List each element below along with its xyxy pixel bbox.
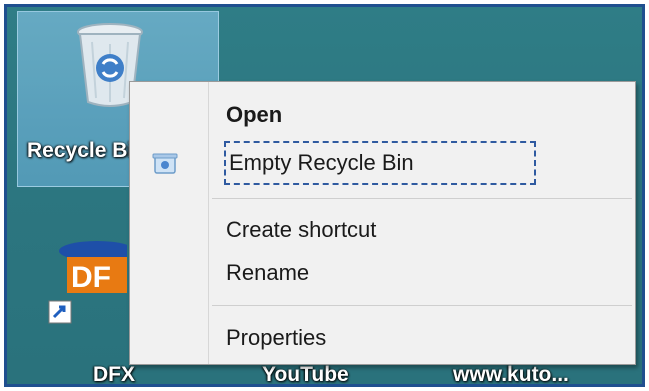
svg-text:DF: DF [71,261,111,294]
recycle-bin-small-icon [152,153,178,174]
menu-gutter-divider [208,82,209,364]
menu-separator [212,305,632,306]
context-menu: Open Empty Recycle Bin Create shortcut R… [129,81,636,365]
menu-item-open[interactable]: Open [226,95,282,135]
desktop-icon-label[interactable]: YouTube [262,363,349,384]
desktop-icon-dfx[interactable]: DF [47,229,135,329]
dfx-icon: DF [48,241,135,324]
menu-item-empty-recycle-bin[interactable]: Empty Recycle Bin [224,141,536,185]
menu-separator [212,198,632,199]
desktop[interactable]: Recycle Bin DF DFX YouTube www.kuto... O… [7,7,642,384]
menu-item-rename[interactable]: Rename [226,253,309,293]
desktop-icon-label[interactable]: www.kuto... [453,363,569,384]
menu-item-create-shortcut[interactable]: Create shortcut [226,210,376,250]
screenshot-frame: Recycle Bin DF DFX YouTube www.kuto... O… [4,4,645,387]
desktop-icon-label[interactable]: DFX [93,363,135,384]
menu-item-properties[interactable]: Properties [226,318,326,358]
